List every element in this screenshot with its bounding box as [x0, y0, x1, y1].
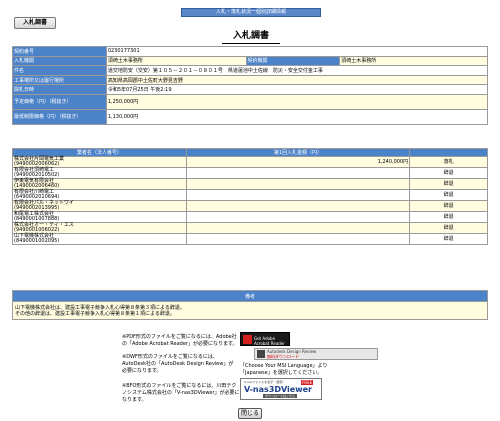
info-label: 工事場所又は履行場所	[12, 74, 107, 86]
bid-amount	[185, 233, 411, 245]
vnas-viewer-badge[interactable]: V-nasファイルを表示・閲覧！ FREE V-nas3DViewer ダウンロ…	[240, 378, 322, 400]
bid-result: 落札	[409, 156, 488, 168]
info-value: 1,250,000円	[105, 93, 489, 110]
bid-amount	[185, 178, 411, 190]
info-row-opening-date: 開札日時 令和5年07月25日 午後2:19	[12, 84, 489, 95]
info-value: 令和5年07月25日 午後2:19	[105, 84, 489, 95]
bid-amount	[185, 189, 411, 201]
bid-result: 辞退	[409, 233, 488, 245]
title-underline	[222, 43, 280, 44]
table-row: 有限会社川崎電工 (6490002010694) 辞退	[12, 189, 488, 201]
remarks-header: 備考	[12, 290, 488, 302]
table-row: 株式会社片岡電気工業 (9490002006062) 1,240,000円 落札	[12, 156, 488, 168]
bid-result: 辞退	[409, 211, 488, 223]
adobe-logo-icon	[243, 335, 252, 344]
vnas-download-link: ダウンロードはこちら	[263, 394, 298, 398]
info-row-minimum-price: 最低制限価格（円）（税抜き） 1,130,000円	[12, 108, 489, 125]
vnas-badge-name: V-nas3DViewer	[244, 385, 312, 394]
bid-results-table: 業者名（法人番号） 第1回入札金額（円） 株式会社片岡電気工業 (94900020…	[12, 148, 488, 245]
bidder-number: (8490001002095)	[14, 238, 60, 244]
info-row-location: 工事場所又は履行場所 高知県高岡郡中土佐町大野見吉野	[12, 74, 489, 86]
info-value: 高知県高岡郡中土佐町大野見吉野	[105, 74, 489, 86]
bid-table-header: 業者名（法人番号） 第1回入札金額（円）	[12, 148, 488, 157]
info-row-contract-number: 契約番号 0230177301	[12, 46, 489, 57]
info-row-subject: 件名 道交地防安（交安）第１０５－２０１－０８０１号 県道蓮池中土佐線 防災・安…	[12, 65, 489, 76]
bid-amount: 1,240,000円	[185, 156, 411, 168]
contract-info-table: 契約番号 0230177301 入札機関 須崎土木事務所 契約機関 須崎土木事務…	[12, 46, 489, 125]
info-label: 最低制限価格（円）（税抜き）	[12, 108, 107, 125]
dwf-language-notice: 「Choose Your MSI Language」より「Japanese」を選…	[240, 363, 328, 376]
info-label: 契約番号	[12, 46, 107, 57]
page-title: 入札調書	[232, 31, 269, 41]
bfo-notice: ※BFO形式のファイルをご覧になるには、川田テクノシステム株式会社の「V-nas…	[122, 383, 240, 403]
info-value: 須崎土木事務所	[339, 55, 488, 67]
bid-result: 辞退	[409, 189, 488, 201]
bid-result: 辞退	[409, 178, 488, 190]
info-label: 予定価格（円）（税抜き）	[12, 93, 107, 110]
adobe-badge-label: Get Adobe Acrobat Reader	[254, 336, 285, 346]
page-banner: 入札・落札状況一個別詳細情報	[181, 8, 321, 17]
info-label: 契約機関	[245, 55, 341, 67]
table-row: 伊東電気有限会社 (1490002006460) 辞退	[12, 178, 488, 190]
close-button[interactable]: 閉じる	[238, 408, 262, 419]
bid-amount	[185, 211, 411, 223]
pdf-notice: ※PDF形式のファイルをご覧になるには、Adobe社の「Adobe Acroba…	[122, 334, 238, 347]
table-row: 和尾電工株式会社 (8490001007888) 辞退	[12, 211, 488, 223]
info-label: 入札機関	[12, 55, 107, 67]
bid-result: 辞退	[409, 200, 488, 212]
remarks-line: その他の辞退は、建設工事電子競争入札心得第８条第１項による辞退。	[15, 310, 175, 317]
adobe-reader-badge[interactable]: Get Adobe Acrobat Reader	[240, 332, 290, 346]
bid-amount	[185, 167, 411, 179]
info-row-planned-price: 予定価格（円）（税抜き） 1,250,000円	[12, 93, 489, 110]
bid-amount	[185, 222, 411, 234]
vnas-badge-tagline: V-nasファイルを表示・閲覧！	[244, 380, 286, 384]
info-value: 1,130,000円	[105, 108, 489, 125]
info-label: 件名	[12, 65, 107, 76]
document-type-label: 入札調書	[14, 17, 56, 29]
autodesk-logo-icon	[257, 350, 265, 358]
info-value: 道交地防安（交安）第１０５－２０１－０８０１号 県道蓮池中土佐線 防災・安全交付…	[105, 65, 489, 76]
table-row: 有限会社須崎電工 (9490002010502) 辞退	[12, 167, 488, 179]
bid-result: 辞退	[409, 222, 488, 234]
autodesk-badge-subtitle: 無料ダウンロード	[267, 354, 299, 359]
table-row: 株式会社オー・ティ・エス (9490001006022) 辞退	[12, 222, 488, 234]
table-row: 山下電機株式会社 (8490001002095) 辞退	[12, 233, 488, 245]
table-row: 有限会社パル・ネットワイ (9490002013995) 辞退	[12, 200, 488, 212]
remarks-table: 備考 山下電機株式会社は、建設工事電子競争入札心得第８条第３項による辞退。 その…	[12, 290, 488, 320]
dwf-notice: ※DWF形式のファイルをご覧になるには、AutoDesk社の「AutoDesk …	[122, 354, 234, 374]
column-header-result	[409, 148, 488, 157]
info-value: 須崎土木事務所	[105, 55, 247, 67]
autodesk-download-badge[interactable]: Autodesk Design Review 無料ダウンロード	[254, 348, 378, 360]
bid-result: 辞退	[409, 167, 488, 179]
info-value: 0230177301	[105, 46, 489, 57]
info-row-bid-agency: 入札機関 須崎土木事務所 契約機関 須崎土木事務所	[12, 55, 488, 67]
bid-amount	[185, 200, 411, 212]
info-label: 開札日時	[12, 84, 107, 95]
column-header-amount: 第1回入札金額（円）	[185, 148, 411, 157]
